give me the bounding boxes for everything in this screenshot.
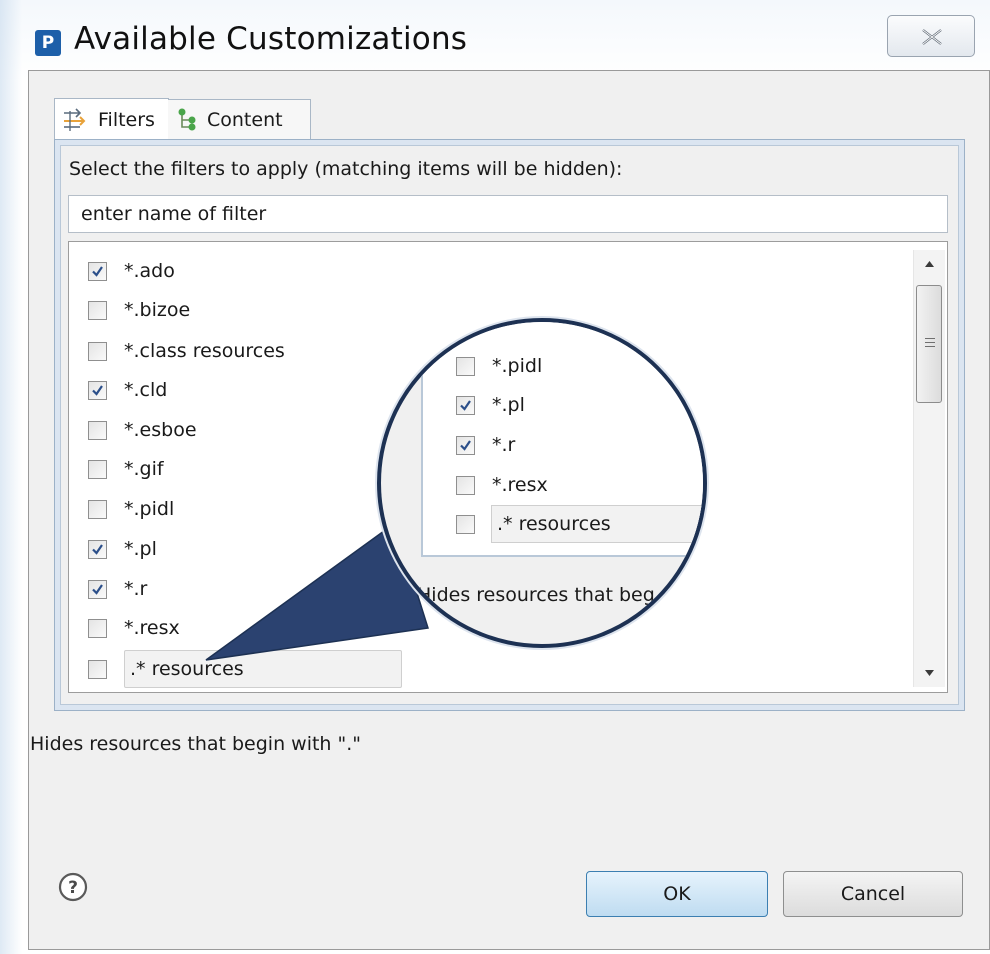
filter-label: *.ado <box>124 260 175 282</box>
filter-label: *.resx <box>492 474 548 496</box>
filters-instruction: Select the filters to apply (matching it… <box>69 158 623 180</box>
list-item[interactable]: *.r <box>88 574 147 604</box>
scroll-down-button[interactable] <box>914 659 945 687</box>
list-item[interactable]: *.cld <box>88 375 167 405</box>
filter-label: *.bizoe <box>124 299 191 321</box>
list-item[interactable]: *.class resources <box>88 336 285 366</box>
checkbox <box>456 475 475 495</box>
checkbox[interactable] <box>88 499 107 519</box>
close-icon <box>922 29 942 45</box>
cancel-button[interactable]: Cancel <box>783 871 963 917</box>
filter-label: *.pidl <box>492 355 543 377</box>
list-item[interactable]: *.resx <box>88 613 180 643</box>
grip-line <box>925 338 935 339</box>
filter-label: *.r <box>124 578 148 600</box>
scroll-thumb[interactable] <box>916 285 942 403</box>
list-item[interactable]: *.ado <box>88 256 175 286</box>
checkbox[interactable] <box>88 341 107 361</box>
vertical-scrollbar[interactable] <box>913 250 945 687</box>
checkmark-icon <box>92 265 103 277</box>
magnified-list-item: *.pidl <box>456 351 542 381</box>
filter-name-edit-field[interactable]: .* resources <box>124 650 402 688</box>
list-item[interactable]: *.bizoe <box>88 295 190 325</box>
magnified-description: Hides resources that beg <box>417 584 655 606</box>
checkbox <box>456 356 475 376</box>
svg-text:?: ? <box>68 878 78 898</box>
checkbox <box>456 395 475 415</box>
magnifier-lens: *.pidl *.pl *.r *.resx .* resources Hide… <box>377 318 707 648</box>
magnified-list-item: *.pl <box>456 390 525 420</box>
checkmark-icon <box>460 399 471 411</box>
checkbox[interactable] <box>88 539 107 559</box>
checkmark-icon <box>92 543 103 555</box>
checkmark-icon <box>460 439 471 451</box>
window-edge-glow <box>0 0 22 954</box>
filter-label: *.gif <box>124 458 164 480</box>
tab-content[interactable]: Content <box>168 99 311 139</box>
checkbox[interactable] <box>88 579 107 599</box>
filter-label: *.pl <box>492 394 525 416</box>
list-item[interactable] <box>88 654 107 684</box>
magnified-edit-field: .* resources <box>491 505 703 543</box>
grip-line <box>925 346 935 347</box>
filter-search-input[interactable] <box>68 195 948 233</box>
filter-label: *.r <box>492 434 516 456</box>
filter-label: *.esboe <box>124 419 197 441</box>
magnified-list-item <box>456 509 475 539</box>
list-item[interactable]: *.pidl <box>88 494 174 524</box>
filter-label: *.cld <box>124 379 168 401</box>
checkmark-icon <box>92 583 103 595</box>
filter-label: *.pidl <box>124 498 175 520</box>
filter-label: .* resources <box>497 513 611 535</box>
checkbox[interactable] <box>88 420 107 440</box>
filter-label: *.class resources <box>124 340 285 362</box>
checkbox <box>456 514 475 534</box>
help-icon[interactable]: ? <box>58 872 88 902</box>
checkbox[interactable] <box>88 659 107 679</box>
checkbox[interactable] <box>88 380 107 400</box>
filter-label: *.resx <box>124 617 180 639</box>
list-item[interactable]: *.pl <box>88 534 157 564</box>
magnified-list-item: *.resx <box>456 470 548 500</box>
checkbox[interactable] <box>88 300 107 320</box>
arrow-up-icon <box>925 261 934 267</box>
content-tree-icon <box>178 108 196 130</box>
checkmark-icon <box>92 384 103 396</box>
tab-filters-label: Filters <box>98 108 155 131</box>
checkbox <box>456 435 475 455</box>
close-button[interactable] <box>887 15 975 57</box>
filter-description: Hides resources that begin with "." <box>30 733 362 755</box>
checkbox[interactable] <box>88 618 107 638</box>
filter-label: *.pl <box>124 538 157 560</box>
ok-button[interactable]: OK <box>586 871 768 917</box>
grip-line <box>925 342 935 343</box>
magnified-list-item: *.r <box>456 430 515 460</box>
dialog-title: Available Customizations <box>74 21 468 57</box>
tab-content-label: Content <box>207 108 283 131</box>
list-item[interactable]: *.esboe <box>88 415 197 445</box>
arrow-down-icon <box>925 670 934 676</box>
checkbox[interactable] <box>88 261 107 281</box>
scroll-up-button[interactable] <box>914 250 945 278</box>
filters-icon <box>64 107 86 131</box>
list-item[interactable]: *.gif <box>88 454 164 484</box>
filter-label: .* resources <box>130 658 244 680</box>
tab-filters[interactable]: Filters <box>54 98 169 140</box>
app-icon: P <box>35 30 61 56</box>
checkbox[interactable] <box>88 459 107 479</box>
